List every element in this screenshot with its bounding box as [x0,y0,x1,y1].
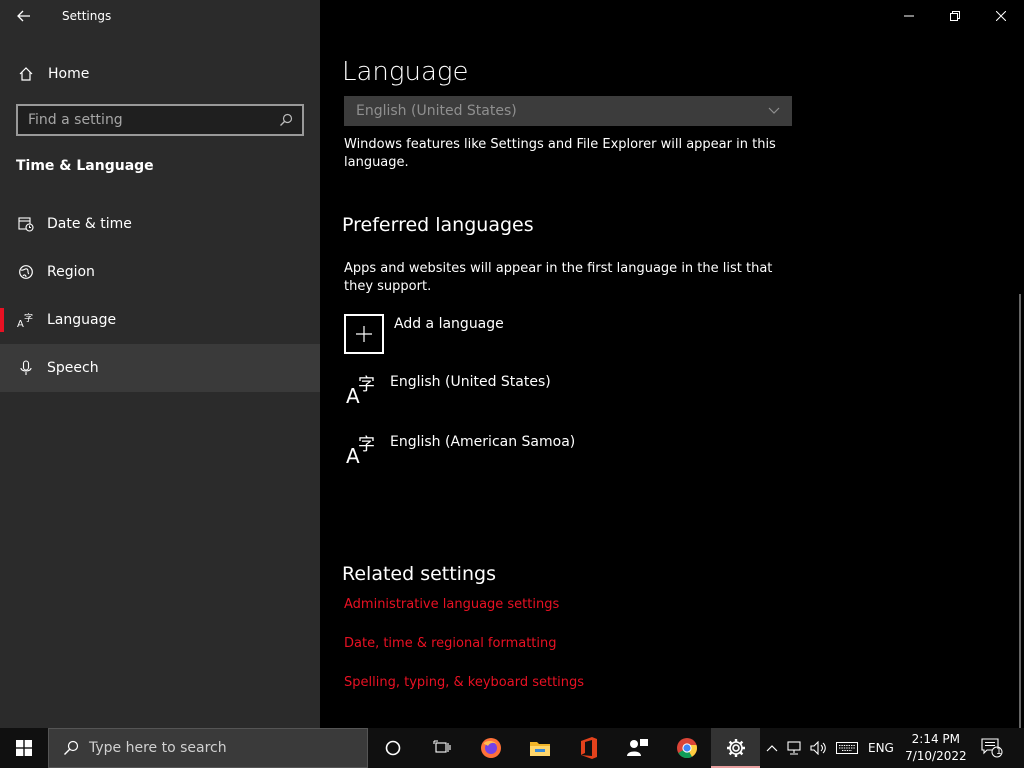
preferred-languages-description: Apps and websites will appear in the fir… [344,261,773,294]
language-icon: A字 [346,435,375,468]
window-controls [886,0,1024,32]
firefox-icon [480,738,501,758]
link-spelling-typing-keyboard[interactable]: Spelling, typing, & keyboard settings [344,675,584,690]
globe-icon [16,262,36,282]
keyboard-icon [836,742,858,754]
sidebar-item-label: Language [47,312,117,328]
system-tray: ENG [762,728,900,768]
sidebar: Settings Home Find a setting Time & Lang… [0,0,320,728]
taskbar-search-placeholder: Type here to search [89,740,227,756]
back-button[interactable] [8,4,40,28]
link-administrative-language[interactable]: Administrative language settings [344,597,559,612]
people-icon [626,739,648,756]
language-item-label: English (American Samoa) [390,434,576,450]
clock-date: 7/10/2022 [905,749,967,763]
sidebar-item-label: Speech [47,360,99,376]
clock-time: 2:14 PM [911,732,961,746]
nav-home[interactable]: Home [0,56,320,92]
windows-logo-icon [16,740,32,756]
input-language-indicator[interactable]: ENG [862,728,900,768]
language-item-label: English (United States) [390,374,551,390]
task-view-button[interactable] [417,728,466,768]
settings-icon [726,739,745,757]
notification-count-badge: 1 [995,747,1002,757]
office-button[interactable] [564,728,613,768]
task-view-icon [432,740,451,753]
close-icon [996,11,1006,21]
clock[interactable]: 2:14 PM 7/10/2022 [900,731,972,765]
volume-button[interactable] [806,728,832,768]
settings-button[interactable] [711,728,760,768]
volume-icon [810,741,826,755]
taskbar: Type here to search ENG 2:14 PM 7/10/202… [0,728,1024,768]
add-language-button[interactable]: Add a language [344,314,504,354]
network-icon [787,741,801,755]
page-title: Language [342,57,469,87]
restore-icon [950,11,960,21]
display-language-description: Windows features like Settings and File … [344,137,776,170]
find-setting-placeholder: Find a setting [28,112,123,128]
app-title: Settings [62,9,112,23]
chrome-icon [676,738,697,759]
file-explorer-button[interactable] [515,728,564,768]
touch-keyboard-button[interactable] [832,728,862,768]
minimize-button[interactable] [886,0,932,32]
chrome-button[interactable] [662,728,711,768]
language-icon: A字 [16,310,36,330]
clock-calendar-icon [16,214,36,234]
microphone-icon [16,358,36,378]
people-button[interactable] [613,728,662,768]
sidebar-item-label: Date & time [47,216,132,232]
language-item-english-us[interactable]: A字 English (United States) [344,374,551,410]
sidebar-item-speech[interactable]: Speech [0,344,320,392]
network-button[interactable] [782,728,806,768]
close-button[interactable] [978,0,1024,32]
svg-text:字: 字 [24,312,33,324]
minimize-icon [904,15,914,17]
language-icon: A字 [346,375,375,408]
office-icon [580,737,597,759]
sidebar-item-date-time[interactable]: Date & time [0,200,320,248]
nav-home-label: Home [48,66,90,82]
scrollbar[interactable] [1019,294,1021,744]
display-language-dropdown[interactable]: English (United States) [344,96,792,126]
chevron-down-icon [766,107,782,115]
related-settings-heading: Related settings [342,563,496,585]
start-button[interactable] [0,728,48,768]
sidebar-item-region[interactable]: Region [0,248,320,296]
cortana-icon [385,740,400,756]
file-explorer-icon [529,742,550,756]
display-language-value: English (United States) [356,103,517,119]
home-icon [16,64,36,84]
language-item-english-samoa[interactable]: A字 English (American Samoa) [344,434,575,470]
add-language-label: Add a language [394,316,504,332]
show-hidden-icons-button[interactable] [762,728,782,768]
cortana-button[interactable] [368,728,417,768]
preferred-languages-heading: Preferred languages [342,214,534,236]
plus-icon [344,314,384,354]
search-icon[interactable] [278,112,294,128]
svg-text:A: A [17,319,24,328]
sidebar-item-label: Region [47,264,95,280]
sidebar-item-language[interactable]: A字 Language [0,296,320,344]
action-center-button[interactable]: 1 [972,728,1012,768]
find-setting-input[interactable]: Find a setting [16,104,304,136]
section-title: Time & Language [16,158,154,174]
back-arrow-icon [17,10,30,22]
search-icon [61,740,81,756]
taskbar-search-box[interactable]: Type here to search [48,728,368,768]
titlebar: Settings [0,0,320,32]
firefox-button[interactable] [466,728,515,768]
chevron-up-icon [766,745,778,752]
link-date-time-regional[interactable]: Date, time & regional formatting [344,636,557,651]
restore-button[interactable] [932,0,978,32]
main-content: Language English (United States) Windows… [320,32,1024,744]
